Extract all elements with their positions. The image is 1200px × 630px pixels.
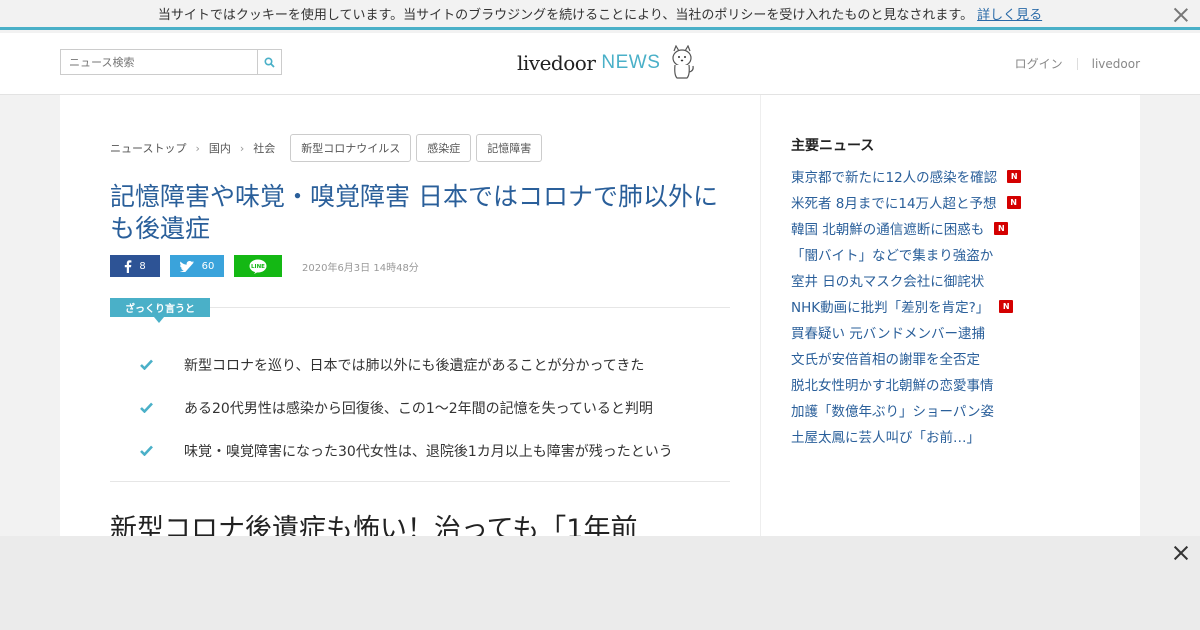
- article-title: 記憶障害や味覚・嗅覚障害 日本ではコロナで肺以外にも後遺症: [110, 182, 718, 243]
- site-header: livedoor NEWS ログイン livedoor: [0, 33, 1200, 95]
- summary-label: ざっくり言うと: [110, 298, 210, 317]
- new-badge: N: [1007, 169, 1022, 183]
- news-item[interactable]: 室井 日の丸マスク会社に御詫状: [791, 267, 1021, 293]
- twitter-share-count: 60: [201, 260, 215, 272]
- search-icon: [264, 56, 275, 68]
- publish-date: 2020年6月3日 14時48分: [302, 262, 419, 274]
- news-item[interactable]: 韓国 北朝鮮の通信遮断に困惑も N: [791, 215, 1021, 241]
- news-item-title: 脱北女性明かす北朝鮮の恋愛事情: [791, 378, 994, 394]
- news-item[interactable]: NHK動画に批判「差別を肯定?」 N: [791, 293, 1021, 319]
- news-item-title: NHK動画に批判「差別を肯定?」: [791, 300, 990, 316]
- summary-label-pointer: [154, 317, 164, 323]
- chevron-right-icon: ›: [195, 141, 200, 155]
- news-item-title: 東京都で新たに12人の感染を確認: [791, 170, 998, 186]
- tag-memory-disorder[interactable]: 記憶障害: [476, 134, 543, 162]
- top-news-list: 東京都で新たに12人の感染を確認 N 米死者 8月までに14万人超と予想 N 韓国 北朝…: [791, 163, 1022, 449]
- list-item: ある20代男性は感染から回復後、この1～2年間の記憶を失っていると判明: [140, 386, 673, 429]
- header-links: ログイン livedoor: [1015, 55, 1140, 72]
- site-logo[interactable]: livedoor NEWS: [517, 43, 696, 83]
- breadcrumb-domestic[interactable]: 国内: [209, 140, 231, 156]
- tag-infection[interactable]: 感染症: [416, 134, 472, 162]
- new-badge: N: [1006, 195, 1021, 209]
- search-input[interactable]: [61, 50, 257, 74]
- list-item: 新型コロナを巡り、日本では肺以外にも後遺症があることが分かってきた: [140, 343, 673, 386]
- search-box: [60, 49, 282, 75]
- divider: [1076, 57, 1078, 70]
- summary-point-text: ある20代男性は感染から回復後、この1～2年間の記憶を失っていると判明: [184, 400, 653, 417]
- news-item[interactable]: 文氏が安倍首相の謝罪を全否定: [791, 345, 1021, 371]
- topic-tags: 新型コロナウイルス 感染症 記憶障害: [290, 134, 547, 162]
- sidebar-title: 主要ニュース: [791, 138, 875, 154]
- close-icon[interactable]: [1172, 6, 1190, 24]
- new-badge: N: [999, 299, 1014, 313]
- cookie-message: 当サイトではクッキーを使用しています。当サイトのブラウジングを続けることにより、…: [157, 8, 974, 23]
- news-item-title: 買春疑い 元バンドメンバー逮捕: [791, 326, 985, 342]
- logo-livedoor: livedoor: [517, 51, 596, 75]
- news-item[interactable]: 米死者 8月までに14万人超と予想 N: [791, 189, 1021, 215]
- summary-point-text: 味覚・嗅覚障害になった30代女性は、退院後1カ月以上も障害が残ったという: [184, 443, 673, 460]
- news-item-title: 韓国 北朝鮮の通信遮断に困惑も: [791, 222, 985, 238]
- news-item-title: 加護「数億年ぶり」ショーパン姿: [791, 404, 995, 420]
- news-item-title: 米死者 8月までに14万人超と予想: [791, 196, 997, 212]
- news-item-title: 「闇バイト」などで集まり強盗か: [791, 248, 994, 264]
- breadcrumb: ニューストップ › 国内 › 社会 新型コロナウイルス 感染症 記憶障害: [110, 134, 547, 162]
- article-main: ニューストップ › 国内 › 社会 新型コロナウイルス 感染症 記憶障害 記憶障…: [60, 95, 760, 545]
- check-icon: [140, 402, 184, 413]
- share-bar: 8 60 LINE 2020年6月3日 14時48分: [110, 255, 419, 277]
- twitter-share-button[interactable]: 60: [170, 255, 224, 277]
- livedoor-link[interactable]: livedoor: [1092, 57, 1140, 71]
- news-item-title: 土屋太鳳に芸人叫び「お前…」: [791, 430, 980, 446]
- cookie-details-link[interactable]: 詳しく見る: [977, 4, 1042, 23]
- new-badge: N: [994, 221, 1009, 235]
- sidebar: 主要ニュース 東京都で新たに12人の感染を確認 N 米死者 8月までに14万人超と予…: [760, 95, 1140, 536]
- search-button[interactable]: [257, 50, 281, 74]
- svg-text:LINE: LINE: [251, 264, 265, 270]
- news-item-title: 文氏が安倍首相の謝罪を全否定: [791, 352, 980, 368]
- news-item[interactable]: 東京都で新たに12人の感染を確認 N: [791, 163, 1022, 189]
- tag-covid[interactable]: 新型コロナウイルス: [290, 134, 412, 162]
- news-item[interactable]: 買春疑い 元バンドメンバー逮捕: [791, 319, 1021, 345]
- divider: [110, 481, 730, 482]
- login-link[interactable]: ログイン: [1015, 55, 1063, 72]
- check-icon: [140, 445, 184, 456]
- twitter-icon: [179, 260, 194, 272]
- logo-news: NEWS: [601, 52, 661, 73]
- facebook-share-count: 8: [139, 260, 146, 272]
- breadcrumb-news-top[interactable]: ニューストップ: [110, 140, 186, 156]
- list-item: 味覚・嗅覚障害になった30代女性は、退院後1カ月以上も障害が残ったという: [140, 429, 673, 472]
- cookie-banner: 当サイトではクッキーを使用しています。当サイトのブラウジングを続けることにより、…: [0, 0, 1200, 30]
- facebook-share-button[interactable]: 8: [110, 255, 160, 277]
- news-item[interactable]: 土屋太鳳に芸人叫び「お前…」: [791, 423, 1021, 449]
- breadcrumb-society[interactable]: 社会: [253, 140, 275, 156]
- news-item-title: 室井 日の丸マスク会社に御詫状: [791, 274, 985, 290]
- news-item[interactable]: 脱北女性明かす北朝鮮の恋愛事情: [791, 371, 1021, 397]
- summary-points: 新型コロナを巡り、日本では肺以外にも後遺症があることが分かってきた ある20代男…: [140, 343, 673, 472]
- close-icon[interactable]: [1172, 544, 1190, 562]
- news-item[interactable]: 「闇バイト」などで集まり強盗か: [791, 241, 1021, 267]
- summary-point-text: 新型コロナを巡り、日本では肺以外にも後遺症があることが分かってきた: [184, 357, 645, 374]
- ad-overlay: [0, 536, 1200, 630]
- line-icon: LINE: [249, 259, 267, 274]
- check-icon: [140, 359, 184, 370]
- dog-mascot-icon: [672, 45, 695, 79]
- chevron-right-icon: ›: [239, 141, 245, 155]
- line-share-button[interactable]: LINE: [234, 255, 282, 277]
- facebook-icon: [125, 259, 132, 273]
- news-item[interactable]: 加護「数億年ぶり」ショーパン姿: [791, 397, 1021, 423]
